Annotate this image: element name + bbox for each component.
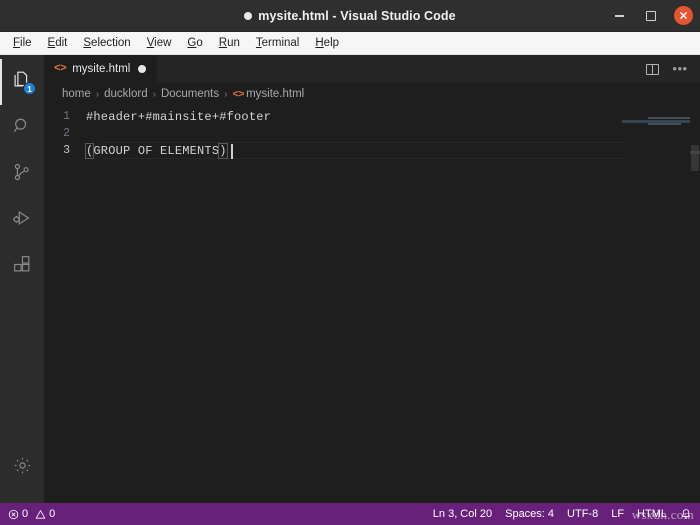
menu-help[interactable]: Help [308, 34, 346, 52]
status-bar-right: Ln 3, Col 20 Spaces: 4 UTF-8 LF HTML [433, 503, 700, 525]
menu-edit[interactable]: Edit [41, 34, 75, 52]
editor-actions: ••• [640, 55, 700, 83]
breadcrumb-file-label: mysite.html [246, 87, 305, 100]
minimap-line [648, 123, 681, 125]
window-title: mysite.html - Visual Studio Code [244, 8, 456, 23]
line-number: 1 [63, 110, 70, 123]
breadcrumb: home › ducklord › Documents › <> mysite.h… [44, 83, 700, 105]
bracket-close: ) [218, 142, 228, 159]
close-button[interactable] [672, 5, 694, 27]
status-bar: 0 0 Ln 3, Col 20 Spaces: 4 UTF-8 LF HTML [0, 503, 700, 525]
editor-group: <> mysite.html ••• home › ducklord › Doc… [44, 55, 700, 503]
line-number: 2 [63, 127, 70, 140]
menu-run[interactable]: Run [212, 34, 247, 52]
window-controls [608, 0, 694, 31]
breadcrumb-item-ducklord[interactable]: ducklord [104, 88, 147, 100]
extensions-icon [11, 253, 33, 280]
status-cursor-position[interactable]: Ln 3, Col 20 [433, 503, 492, 525]
tab-mysite-html[interactable]: <> mysite.html [44, 55, 159, 83]
activity-bar: 1 [0, 55, 44, 503]
scrollbar-thumb[interactable] [691, 145, 699, 171]
status-eol[interactable]: LF [611, 503, 624, 525]
menu-bar: File Edit Selection View Go Run Terminal… [0, 32, 700, 55]
menu-help-rest: elp [323, 37, 340, 49]
minimap[interactable] [622, 105, 700, 503]
vscode-window: mysite.html - Visual Studio Code File Ed… [0, 0, 700, 525]
breadcrumb-separator: › [224, 88, 228, 100]
menu-selection-rest: election [91, 37, 131, 49]
menu-edit-rest: dit [55, 37, 68, 49]
status-language-mode[interactable]: HTML [637, 503, 667, 525]
workbench-body: 1 <> mysite.html ••• home › ducklord › D… [0, 55, 700, 503]
minimap-line [648, 117, 690, 119]
tab-unsaved-dot-icon[interactable] [138, 65, 147, 73]
breadcrumb-separator: › [152, 88, 156, 100]
ellipsis-icon: ••• [672, 61, 688, 76]
maximize-icon [646, 10, 656, 21]
title-bar: mysite.html - Visual Studio Code [0, 0, 700, 32]
menu-view-rest: iew [154, 37, 172, 49]
search-icon [11, 115, 33, 142]
source-control-icon [11, 161, 33, 188]
sidebar-item-explorer[interactable]: 1 [0, 59, 44, 105]
error-count: 0 [22, 508, 29, 520]
sidebar-item-source-control[interactable] [0, 151, 44, 197]
sidebar-item-run-debug[interactable] [0, 197, 44, 243]
menu-terminal[interactable]: Terminal [249, 34, 306, 52]
sidebar-item-search[interactable] [0, 105, 44, 151]
window-title-text: mysite.html - Visual Studio Code [258, 8, 456, 23]
sidebar-item-extensions[interactable] [0, 243, 44, 289]
code-line-1: 1 #header+#mainsite+#footer [44, 108, 622, 125]
split-editor-icon [645, 63, 659, 75]
html-file-icon: <> [232, 88, 245, 101]
error-circle-icon [8, 509, 19, 520]
line-number: 3 [63, 144, 70, 157]
menu-selection[interactable]: Selection [76, 34, 137, 52]
manage-settings-button[interactable] [0, 445, 44, 491]
warning-count: 0 [49, 508, 56, 520]
minimap-slider[interactable] [622, 120, 690, 123]
more-actions-button[interactable]: ••• [668, 57, 692, 81]
code-line-text: (GROUP OF ELEMENTS) [85, 142, 233, 159]
run-debug-icon [11, 207, 33, 234]
status-bar-left: 0 0 [0, 503, 55, 525]
warning-triangle-icon [35, 509, 46, 520]
gear-icon [12, 455, 33, 481]
status-notifications[interactable] [680, 508, 692, 520]
status-indentation[interactable]: Spaces: 4 [505, 503, 554, 525]
breadcrumb-item-documents[interactable]: Documents [161, 88, 219, 100]
unsaved-dot-icon [244, 11, 253, 20]
maximize-button[interactable] [640, 5, 662, 27]
minimize-button[interactable] [608, 5, 630, 27]
bell-icon [680, 508, 692, 520]
menu-terminal-rest: erminal [261, 37, 300, 49]
menu-go[interactable]: Go [180, 34, 209, 52]
tab-bar-empty-space [158, 55, 640, 83]
editor-scrollbar[interactable] [690, 105, 700, 503]
breadcrumb-item-home[interactable]: home [62, 88, 91, 100]
code-lines[interactable]: 1 #header+#mainsite+#footer 2 3 (GROUP O… [44, 105, 622, 503]
explorer-badge: 1 [23, 82, 36, 95]
code-line-2: 2 [44, 125, 622, 142]
html-file-icon: <> [54, 63, 67, 75]
code-line-3: 3 (GROUP OF ELEMENTS) [44, 142, 622, 159]
code-line-text: #header+#mainsite+#footer [86, 109, 272, 124]
editor-code-area[interactable]: 1 #header+#mainsite+#footer 2 3 (GROUP O… [44, 105, 700, 503]
breadcrumb-item-file[interactable]: <> mysite.html [232, 88, 304, 101]
text-cursor [231, 143, 233, 159]
minimize-icon [614, 14, 624, 17]
code-line-inner: GROUP OF ELEMENTS [93, 143, 220, 158]
menu-run-rest: un [227, 37, 240, 49]
menu-view[interactable]: View [140, 34, 179, 52]
status-problems[interactable]: 0 0 [8, 503, 55, 525]
close-icon [673, 6, 693, 25]
menu-file-rest: ile [20, 37, 32, 49]
status-encoding[interactable]: UTF-8 [567, 503, 598, 525]
breadcrumb-separator: › [95, 88, 100, 100]
menu-file[interactable]: File [6, 34, 39, 52]
tab-label: mysite.html [72, 63, 131, 75]
menu-go-rest: o [196, 37, 203, 49]
tab-bar: <> mysite.html ••• [44, 55, 700, 83]
split-editor-button[interactable] [640, 57, 664, 81]
